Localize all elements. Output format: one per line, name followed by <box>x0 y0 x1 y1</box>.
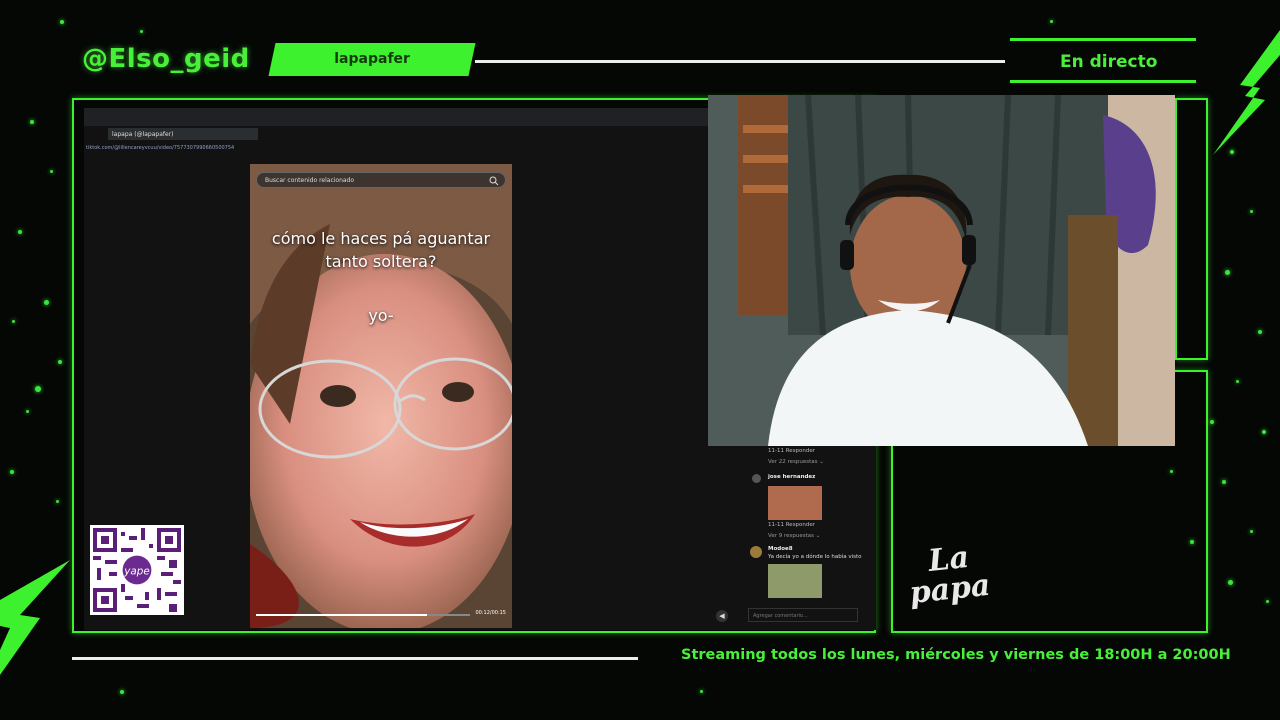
browser-tab[interactable]: lapapa (@lapapafer) <box>108 128 258 140</box>
add-comment-input[interactable]: Agregar comentario... <box>748 608 858 622</box>
video-progress-bar[interactable] <box>256 614 470 616</box>
comments-panel: 11-11 Responder Ver 22 respuestas ⌄ jose… <box>738 446 868 626</box>
video-caption-line-1: cómo le haces pá aguantar <box>271 229 491 248</box>
comment-text: Ya decía yo a dónde lo había visto <box>768 554 862 560</box>
header-divider <box>475 60 1005 63</box>
search-icon[interactable] <box>489 176 499 186</box>
stream-schedule: Streaming todos los lunes, miércoles y v… <box>681 647 1231 663</box>
username-banner: lapapafer <box>268 43 476 76</box>
lightning-bolt-icon <box>1213 30 1280 155</box>
footer-divider <box>72 657 638 660</box>
live-bottom-line <box>1010 80 1196 83</box>
related-search-input[interactable]: Buscar contenido relacionado <box>256 172 506 188</box>
tab-title: lapapa (@lapapafer) <box>112 131 174 138</box>
video-caption-line-3: yo- <box>368 306 394 325</box>
channel-logo: La papa <box>905 540 992 612</box>
volume-icon[interactable]: ◀ <box>716 610 728 622</box>
logo-line-2: papa <box>907 567 992 612</box>
view-replies-link[interactable]: Ver 22 respuestas ⌄ <box>768 459 824 465</box>
webcam-feed <box>708 95 1175 446</box>
video-time: 00:12/00:15 <box>475 610 506 616</box>
video-progress-fill <box>256 614 428 616</box>
search-placeholder: Buscar contenido relacionado <box>265 177 355 184</box>
comment-image[interactable] <box>768 564 822 598</box>
side-frame-top <box>1175 98 1208 360</box>
yape-qr-code[interactable]: yape <box>90 525 184 615</box>
qr-label: yape <box>123 565 150 577</box>
comment-meta: 11-11 Responder <box>768 522 816 528</box>
qr-code-icon: yape <box>93 528 181 612</box>
live-top-line <box>1010 38 1196 41</box>
stream-overlay: @Elso_geid lapapafer En directo lapapa (… <box>0 0 1280 720</box>
video-caption-line-2: tanto soltera? <box>325 252 437 271</box>
live-label: En directo <box>1060 52 1158 72</box>
streamer-webcam-image <box>708 95 1175 446</box>
comment-image[interactable] <box>768 486 822 520</box>
comment-meta: 11-11 Responder <box>768 448 816 454</box>
video-player[interactable]: Buscar contenido relacionado cómo le hac… <box>250 164 512 628</box>
comment-author[interactable]: Modoe8 <box>768 546 793 552</box>
comment-author[interactable]: jose hernandez <box>768 474 815 480</box>
username-label: lapapafer <box>334 51 410 67</box>
avatar[interactable] <box>752 474 761 483</box>
view-replies-link[interactable]: Ver 9 respuestas ⌄ <box>768 533 820 539</box>
channel-handle: @Elso_geid <box>82 44 250 74</box>
lightning-bolt-icon <box>0 560 70 675</box>
avatar[interactable] <box>750 546 762 558</box>
